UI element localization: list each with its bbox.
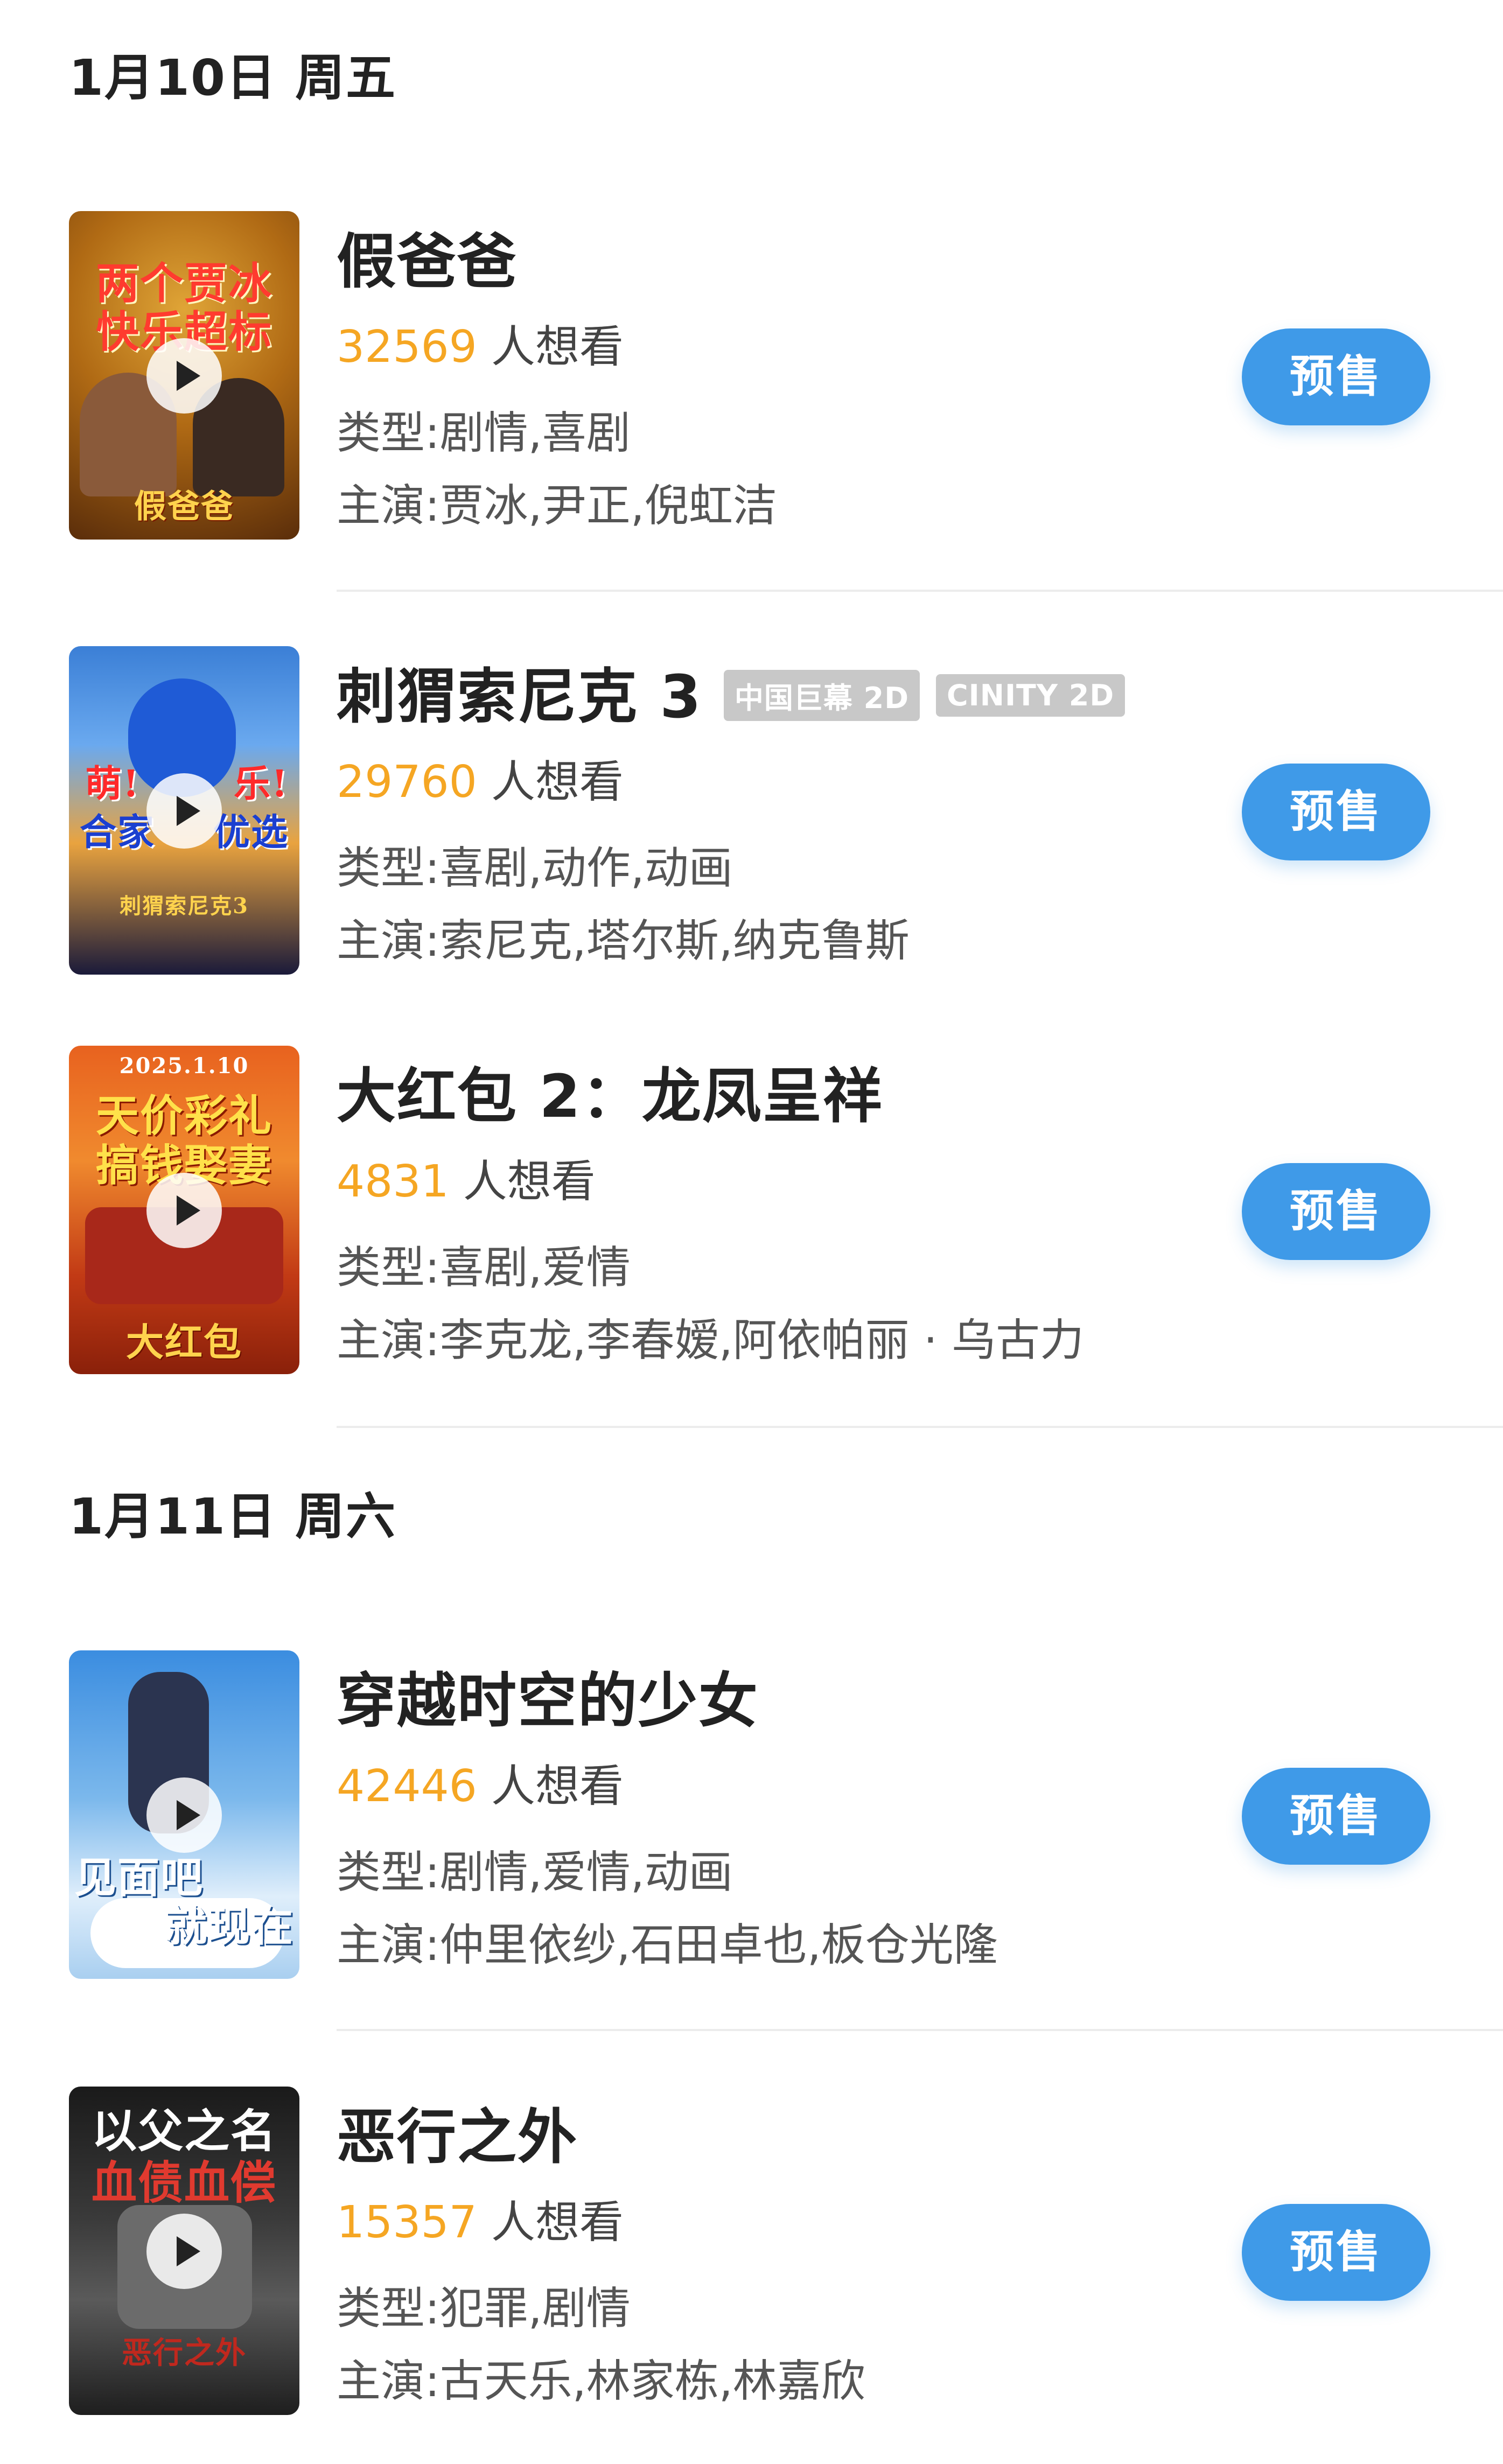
play-icon xyxy=(177,2236,200,2266)
format-tag: CINITY 2D xyxy=(936,674,1125,717)
movie-row[interactable]: 见面吧 就现在 穿越时空的少女 42446 人想看 类型:剧情,爱情,动画 主演… xyxy=(0,1650,1503,1979)
movie-genre: 类型:喜剧,爱情 xyxy=(337,1242,631,1293)
want-suffix: 人想看 xyxy=(491,757,624,808)
movie-title[interactable]: 大红包 2：龙凤呈祥 xyxy=(337,1048,883,1134)
play-icon xyxy=(177,796,200,826)
divider xyxy=(337,1426,1503,1428)
movie-poster[interactable]: 2025.1.10 天价彩礼 搞钱娶妻 大红包 xyxy=(69,1046,299,1374)
movie-poster[interactable]: 见面吧 就现在 xyxy=(69,1650,299,1979)
play-icon xyxy=(177,1195,200,1226)
presale-button[interactable]: 预售 xyxy=(1242,1163,1430,1260)
presale-button[interactable]: 预售 xyxy=(1242,1768,1430,1865)
play-button[interactable] xyxy=(146,2214,222,2289)
movie-poster[interactable]: 以父之名 血债血偿 恶行之外 xyxy=(69,2087,299,2415)
movie-title-text: 大红包 2：龙凤呈祥 xyxy=(337,1062,883,1131)
movie-row[interactable]: 2025.1.10 天价彩礼 搞钱娶妻 大红包 大红包 2：龙凤呈祥 4831 … xyxy=(0,1046,1503,1374)
want-to-see: 32569 人想看 xyxy=(337,311,624,375)
want-suffix: 人想看 xyxy=(463,1156,596,1207)
play-icon xyxy=(177,361,200,391)
movie-genre: 类型:犯罪,剧情 xyxy=(337,2283,631,2334)
want-to-see: 15357 人想看 xyxy=(337,2186,624,2250)
movie-cast: 主演:李克龙,李春嫒,阿依帕丽 · 乌古力 xyxy=(337,1315,1084,1366)
poster-text: 假爸爸 xyxy=(134,488,234,526)
poster-text: 就现在 xyxy=(164,1902,294,1951)
date-header: 1月10日 周五 xyxy=(69,49,397,107)
movie-row[interactable]: 萌! 乐! 合家 优选 刺猬索尼克3 刺猬索尼克 3 中国巨幕 2D CINITY … xyxy=(0,646,1503,975)
movie-cast: 主演:古天乐,林家栋,林嘉欣 xyxy=(337,2356,865,2407)
movie-list-page: 1月10日 周五 两个贾冰 快乐超标 假爸爸 假爸爸 32569 人想看 类型:… xyxy=(0,0,1503,2464)
poster-text: 血债血偿 xyxy=(91,2156,277,2209)
play-button[interactable] xyxy=(146,773,222,849)
presale-button[interactable]: 预售 xyxy=(1242,764,1430,860)
movie-title-text: 穿越时空的少女 xyxy=(337,1667,759,1735)
movie-cast: 主演:索尼克,塔尔斯,纳克鲁斯 xyxy=(337,915,910,967)
play-icon xyxy=(177,1800,200,1830)
want-count: 32569 xyxy=(337,321,477,373)
play-button[interactable] xyxy=(146,1173,222,1248)
divider xyxy=(337,590,1503,592)
movie-title-text: 假爸爸 xyxy=(337,227,518,296)
movie-genre: 类型:剧情,喜剧 xyxy=(337,408,631,459)
movie-row[interactable]: 两个贾冰 快乐超标 假爸爸 假爸爸 32569 人想看 类型:剧情,喜剧 主演:… xyxy=(0,211,1503,540)
movie-poster[interactable]: 萌! 乐! 合家 优选 刺猬索尼克3 xyxy=(69,646,299,975)
movie-title-text: 恶行之外 xyxy=(337,2103,578,2172)
presale-button[interactable]: 预售 xyxy=(1242,2204,1430,2301)
movie-cast: 主演:仲里依纱,石田卓也,板仓光隆 xyxy=(337,1920,998,1971)
play-button[interactable] xyxy=(146,1777,222,1853)
presale-button[interactable]: 预售 xyxy=(1242,328,1430,425)
poster-text: 2025.1.10 xyxy=(119,1053,249,1079)
movie-genre: 类型:喜剧,动作,动画 xyxy=(337,843,733,894)
movie-cast: 主演:贾冰,尹正,倪虹洁 xyxy=(337,480,777,531)
want-count: 4831 xyxy=(337,1156,449,1207)
movie-title[interactable]: 穿越时空的少女 xyxy=(337,1653,759,1739)
movie-title[interactable]: 恶行之外 xyxy=(337,2089,578,2175)
want-suffix: 人想看 xyxy=(491,321,624,373)
want-count: 15357 xyxy=(337,2197,477,2248)
want-to-see: 29760 人想看 xyxy=(337,746,624,810)
movie-genre: 类型:剧情,爱情,动画 xyxy=(337,1847,733,1898)
format-tag: 中国巨幕 2D xyxy=(723,670,920,722)
want-suffix: 人想看 xyxy=(491,2197,624,2248)
want-to-see: 42446 人想看 xyxy=(337,1750,624,1814)
poster-text: 恶行之外 xyxy=(122,2335,247,2371)
want-suffix: 人想看 xyxy=(491,1761,624,1812)
want-to-see: 4831 人想看 xyxy=(337,1145,596,1209)
want-count: 29760 xyxy=(337,757,477,808)
poster-text: 大红包 xyxy=(126,1320,242,1364)
play-button[interactable] xyxy=(146,338,222,414)
poster-text: 刺猬索尼克3 xyxy=(120,893,249,919)
movie-title-text: 刺猬索尼克 3 xyxy=(337,662,702,731)
movie-poster[interactable]: 两个贾冰 快乐超标 假爸爸 xyxy=(69,211,299,540)
movie-title[interactable]: 刺猬索尼克 3 中国巨幕 2D CINITY 2D xyxy=(337,648,1125,734)
divider xyxy=(337,2029,1503,2031)
date-header: 1月11日 周六 xyxy=(69,1488,397,1545)
want-count: 42446 xyxy=(337,1761,477,1812)
movie-title[interactable]: 假爸爸 xyxy=(337,213,518,299)
movie-row[interactable]: 以父之名 血债血偿 恶行之外 恶行之外 15357 人想看 类型:犯罪,剧情 主… xyxy=(0,2087,1503,2415)
